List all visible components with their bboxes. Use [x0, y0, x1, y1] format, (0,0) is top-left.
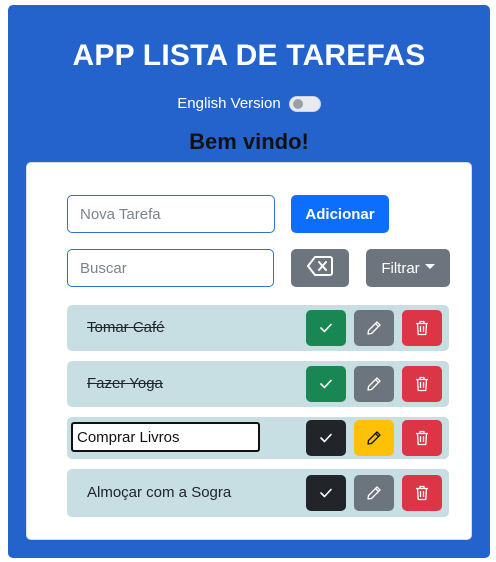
search-input[interactable]	[67, 249, 274, 287]
language-toggle-row: English Version	[8, 95, 490, 112]
task-label: Almoçar com a Sogra	[87, 484, 232, 501]
language-toggle-label: English Version	[177, 95, 281, 112]
clear-search-button[interactable]	[291, 249, 349, 287]
welcome-message: Bem vindo!	[189, 129, 309, 154]
complete-task-button[interactable]	[306, 366, 346, 402]
edit-task-button[interactable]	[354, 475, 394, 511]
task-row-editing	[67, 417, 449, 459]
check-icon	[320, 323, 332, 333]
delete-task-button[interactable]	[402, 420, 442, 456]
toggle-knob	[292, 98, 303, 109]
add-task-button[interactable]: Adicionar	[291, 195, 389, 233]
pencil-icon	[367, 486, 381, 500]
task-row: Almoçar com a Sogra	[67, 469, 449, 517]
edit-task-button[interactable]	[354, 310, 394, 346]
filter-label: Filtrar	[381, 259, 420, 277]
backspace-icon	[307, 256, 333, 280]
pencil-icon	[367, 377, 381, 391]
check-icon	[320, 379, 332, 389]
complete-task-button[interactable]	[306, 310, 346, 346]
trash-icon	[416, 376, 428, 392]
delete-task-button[interactable]	[402, 475, 442, 511]
trash-icon	[416, 320, 428, 336]
edit-task-input[interactable]	[71, 422, 260, 452]
caret-down-icon	[424, 263, 435, 269]
delete-task-button[interactable]	[402, 310, 442, 346]
complete-task-button[interactable]	[306, 475, 346, 511]
trash-icon	[416, 485, 428, 501]
pencil-icon	[367, 321, 381, 335]
new-task-input[interactable]	[67, 195, 275, 233]
task-card: Adicionar Filtrar Tomar Café	[26, 162, 472, 540]
delete-task-button[interactable]	[402, 366, 442, 402]
task-row: Tomar Café	[67, 305, 449, 351]
complete-task-button[interactable]	[306, 420, 346, 456]
check-icon	[320, 433, 332, 443]
task-label: Fazer Yoga	[87, 375, 163, 392]
trash-icon	[416, 430, 428, 446]
task-row: Fazer Yoga	[67, 361, 449, 407]
task-label: Tomar Café	[87, 319, 165, 336]
edit-task-button-active[interactable]	[354, 420, 394, 456]
filter-dropdown-button[interactable]: Filtrar	[366, 249, 450, 287]
edit-task-button[interactable]	[354, 366, 394, 402]
language-toggle-switch[interactable]	[288, 95, 321, 112]
app-title: APP LISTA DE TAREFAS	[72, 39, 426, 72]
app-container: APP LISTA DE TAREFAS English Version Bem…	[8, 5, 490, 558]
pencil-icon	[367, 431, 381, 445]
check-icon	[320, 488, 332, 498]
